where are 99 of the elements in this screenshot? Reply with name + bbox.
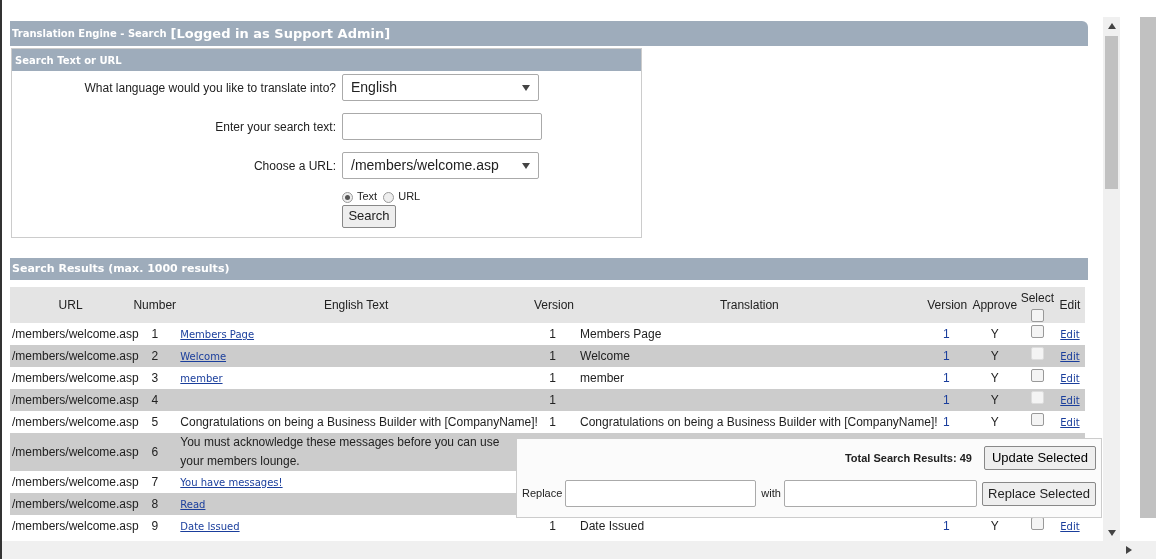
url-cell: /members/welcome.asp bbox=[12, 415, 139, 429]
version-cell: 1 bbox=[549, 519, 556, 533]
english-text-link[interactable]: Read bbox=[180, 499, 206, 510]
checkbox[interactable] bbox=[1030, 369, 1044, 382]
number-cell: 9 bbox=[151, 519, 159, 533]
version-cell: 1 bbox=[943, 415, 950, 429]
with-label: with bbox=[761, 486, 781, 502]
translation-cell: Welcome bbox=[580, 348, 630, 363]
number-cell: 3 bbox=[151, 371, 159, 385]
column-header: English Text bbox=[323, 298, 389, 312]
version-cell: 1 bbox=[549, 349, 556, 363]
english-text: Congratulations on being a Business Builder with [CompanyName]! bbox=[180, 414, 538, 429]
search-button[interactable]: Search bbox=[342, 204, 396, 228]
approve-cell: Y bbox=[990, 349, 999, 363]
url-cell: /members/welcome.asp bbox=[12, 445, 139, 459]
url-select[interactable]: /members/welcome.asp bbox=[342, 152, 539, 179]
number-cell: 4 bbox=[151, 393, 159, 407]
horizontal-scrollbar[interactable] bbox=[2, 541, 1156, 559]
replace-selected-button[interactable]: Replace Selected bbox=[982, 481, 1096, 506]
english-text-link[interactable]: Members Page bbox=[180, 329, 255, 340]
version-cell: 1 bbox=[943, 393, 950, 407]
edit-link[interactable]: Edit bbox=[1060, 417, 1080, 428]
column-header: Version bbox=[927, 298, 968, 312]
checkbox[interactable] bbox=[1030, 413, 1044, 426]
column-header: Approve bbox=[972, 298, 1018, 312]
edit-link[interactable]: Edit bbox=[1060, 521, 1080, 532]
dropdown-arrow-icon bbox=[522, 84, 530, 91]
radio-button[interactable] bbox=[342, 192, 353, 204]
replace-label: Replace bbox=[522, 486, 563, 502]
column-header: Edit bbox=[1059, 298, 1081, 312]
language-label: What language would you like to translate into? bbox=[83, 79, 336, 97]
scroll-up-icon bbox=[1107, 22, 1116, 29]
url-cell: /members/welcome.asp bbox=[12, 519, 139, 533]
url-cell: /members/welcome.asp bbox=[12, 393, 139, 407]
column-header: URL bbox=[58, 298, 83, 312]
language-select[interactable]: English bbox=[342, 74, 539, 101]
approve-cell: Y bbox=[990, 371, 999, 385]
url-cell: /members/welcome.asp bbox=[12, 475, 139, 489]
number-cell: 2 bbox=[151, 349, 159, 363]
checkbox[interactable] bbox=[1030, 325, 1044, 338]
version-cell: 1 bbox=[549, 415, 556, 429]
number-cell: 6 bbox=[151, 445, 159, 459]
version-cell: 1 bbox=[943, 371, 950, 385]
url-cell: /members/welcome.asp bbox=[12, 327, 139, 341]
radio-label: Text bbox=[357, 189, 378, 204]
radio-button[interactable] bbox=[383, 192, 395, 204]
panel-title: Search Text or URL bbox=[15, 53, 122, 68]
version-cell: 1 bbox=[549, 393, 556, 407]
page-title: Translation Engine - Search bbox=[12, 27, 167, 41]
column-header: Number bbox=[133, 298, 177, 312]
english-text-link[interactable]: member bbox=[180, 373, 223, 384]
scroll-down-icon bbox=[1107, 529, 1116, 536]
with-field[interactable] bbox=[783, 480, 977, 507]
translation-cell: member bbox=[580, 370, 625, 385]
url-cell: /members/welcome.asp bbox=[12, 497, 139, 511]
edit-link[interactable]: Edit bbox=[1060, 373, 1080, 384]
number-cell: 1 bbox=[151, 327, 159, 341]
url-cell: /members/welcome.asp bbox=[12, 371, 139, 385]
translation-cell: Date Issued bbox=[580, 518, 645, 533]
version-cell: 1 bbox=[943, 519, 950, 533]
approve-cell: Y bbox=[990, 519, 999, 533]
version-cell: 1 bbox=[943, 327, 950, 341]
number-cell: 7 bbox=[151, 475, 159, 489]
number-cell: 8 bbox=[151, 497, 159, 511]
url-label: Choose a URL: bbox=[252, 157, 336, 175]
search-text-label: Enter your search text: bbox=[214, 118, 336, 136]
dropdown-arrow-icon bbox=[522, 162, 530, 169]
update-selected-button[interactable]: Update Selected bbox=[983, 446, 1096, 470]
approve-cell: Y bbox=[990, 393, 999, 407]
checkbox[interactable] bbox=[1030, 308, 1044, 322]
version-cell: 1 bbox=[943, 349, 950, 363]
approve-cell: Y bbox=[990, 415, 999, 429]
english-text-link[interactable]: Date Issued bbox=[180, 521, 240, 532]
url-cell: /members/welcome.asp bbox=[12, 349, 139, 363]
total-results: Total Search Results: 49 bbox=[844, 450, 972, 466]
column-header: Translation bbox=[719, 298, 779, 312]
version-cell: 1 bbox=[549, 327, 556, 341]
scroll-thumb[interactable] bbox=[1105, 36, 1118, 189]
edit-link[interactable]: Edit bbox=[1060, 395, 1080, 406]
window-scrollbar[interactable] bbox=[1140, 17, 1156, 518]
column-header: Version bbox=[534, 298, 574, 312]
translation-cell: Congratulations on being a Business Builder with [CompanyName]! bbox=[580, 414, 938, 429]
login-status: [Logged in as Support Admin] bbox=[170, 24, 391, 43]
column-header: Select bbox=[1020, 289, 1054, 307]
scroll-right-icon bbox=[1126, 546, 1132, 554]
search-text-field[interactable] bbox=[342, 113, 542, 140]
english-text-link[interactable]: You have messages! bbox=[180, 477, 283, 488]
number-cell: 5 bbox=[151, 415, 159, 429]
translation-cell: Members Page bbox=[580, 326, 662, 341]
edit-link[interactable]: Edit bbox=[1060, 329, 1080, 340]
results-title: Search Results (max. 1000 results) bbox=[12, 260, 230, 277]
edit-link[interactable]: Edit bbox=[1060, 351, 1080, 362]
english-text-link[interactable]: Welcome bbox=[180, 351, 227, 362]
version-cell: 1 bbox=[549, 371, 556, 385]
english-text: You must acknowledge these messages before you can use your members lounge. bbox=[180, 435, 500, 468]
approve-cell: Y bbox=[990, 327, 999, 341]
scrollbar[interactable] bbox=[1103, 17, 1120, 541]
replace-field[interactable] bbox=[565, 480, 757, 507]
radio-label: URL bbox=[398, 189, 421, 204]
